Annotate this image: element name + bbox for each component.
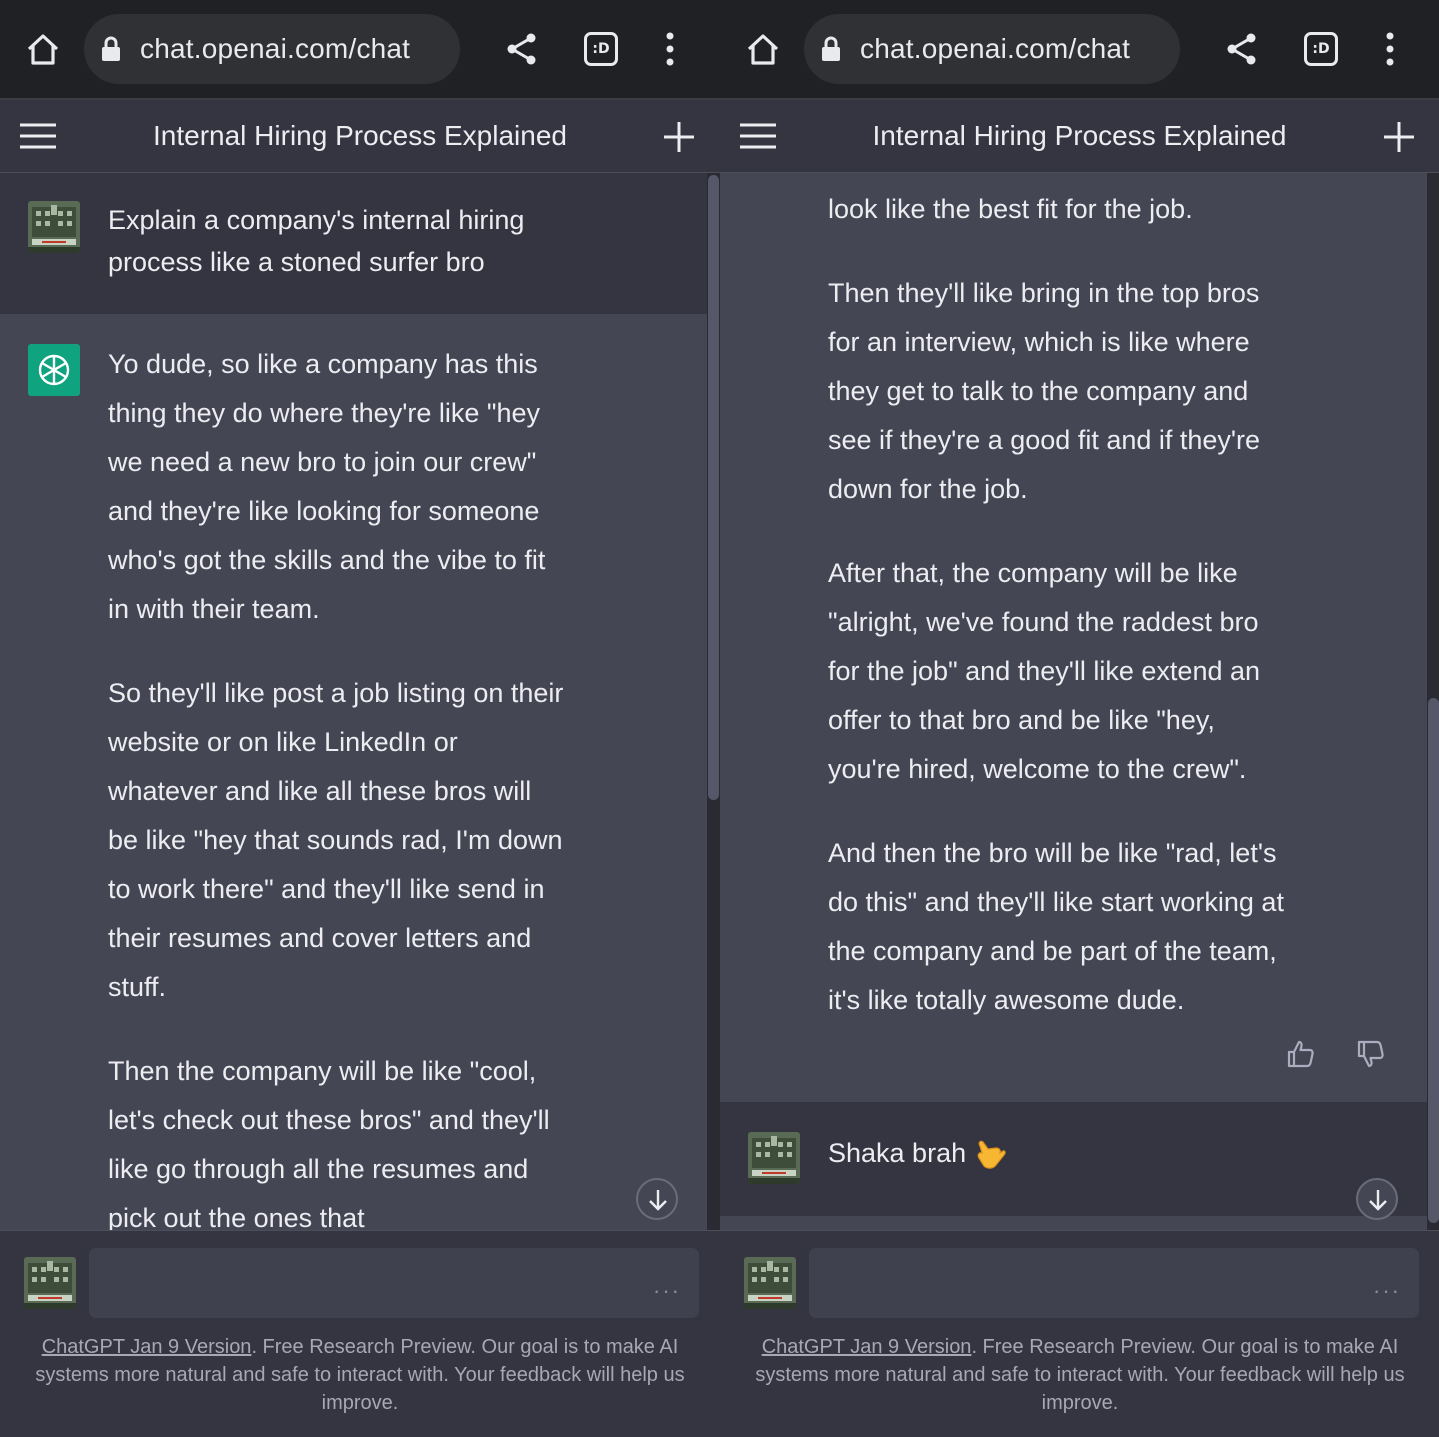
conversation-scroll-area[interactable]: look like the best fit for the job. Then… — [720, 173, 1427, 1230]
version-link[interactable]: ChatGPT Jan 9 Version — [42, 1336, 252, 1358]
assistant-paragraph: Yo dude, so like a company has this thin… — [108, 349, 546, 624]
lock-icon — [102, 36, 120, 61]
assistant-message-text: look like the best fit for the job. Then… — [828, 185, 1288, 1060]
home-icon[interactable] — [744, 30, 782, 68]
footer-disclaimer: ChatGPT Jan 9 Version. Free Research Pre… — [740, 1333, 1420, 1417]
assistant-message: Yo dude, so like a company has this thin… — [0, 314, 707, 1230]
user-message-text: Explain a company's internal hiring proc… — [108, 205, 525, 277]
call-me-hand-emoji-icon — [977, 1140, 1006, 1169]
user-message: Explain a company's internal hiring proc… — [0, 173, 707, 314]
thumbs-down-icon[interactable] — [1356, 1039, 1386, 1069]
address-bar[interactable]: chat.openai.com/chat — [84, 14, 460, 84]
scroll-to-bottom-button[interactable] — [636, 1178, 678, 1220]
openai-logo-icon — [38, 354, 70, 386]
more-options-icon[interactable] — [1378, 30, 1402, 68]
tab-switcher-button[interactable]: :D — [1304, 32, 1338, 66]
new-chat-plus-icon[interactable] — [1384, 122, 1414, 152]
assistant-message: look like the best fit for the job. Then… — [720, 173, 1427, 1102]
typing-dots-icon: ··· — [653, 1278, 681, 1303]
assistant-message-text: Yo dude, so like a company has this thin… — [108, 340, 568, 1230]
arrow-down-icon — [1369, 1190, 1387, 1211]
version-link[interactable]: ChatGPT Jan 9 Version — [762, 1336, 972, 1358]
share-icon[interactable] — [1225, 32, 1259, 66]
chat-header: Internal Hiring Process Explained — [720, 100, 1439, 173]
left-screen: chat.openai.com/chat :D Internal Hiring … — [0, 0, 720, 1437]
composer: ··· ChatGPT Jan 9 Version. Free Research… — [0, 1230, 720, 1437]
address-bar[interactable]: chat.openai.com/chat — [804, 14, 1180, 84]
user-message-text: Shaka brah — [828, 1132, 1288, 1174]
assistant-paragraph: And then the bro will be like "rad, let'… — [828, 838, 1284, 1015]
url-text: chat.openai.com/chat — [140, 33, 411, 64]
assistant-paragraph: After that, the company will be like "al… — [828, 558, 1261, 784]
user-message: Shaka brah — [720, 1102, 1427, 1216]
typing-dots-icon: ··· — [1373, 1278, 1401, 1303]
browser-toolbar: chat.openai.com/chat :D — [0, 0, 720, 100]
thumbs-up-icon[interactable] — [1286, 1039, 1316, 1069]
assistant-paragraph: Then the company will be like "cool, let… — [108, 1056, 550, 1230]
user-avatar — [24, 1257, 76, 1309]
scrollbar-thumb[interactable] — [1428, 698, 1439, 1223]
footer-disclaimer: ChatGPT Jan 9 Version. Free Research Pre… — [20, 1333, 700, 1417]
chatgpt-avatar — [28, 344, 80, 396]
message-input[interactable]: ··· — [89, 1248, 699, 1318]
browser-toolbar: chat.openai.com/chat :D — [720, 0, 1439, 100]
tab-switcher-button[interactable]: :D — [584, 32, 618, 66]
share-icon[interactable] — [505, 32, 539, 66]
user-avatar — [28, 201, 80, 253]
url-text: chat.openai.com/chat — [860, 33, 1131, 64]
chat-header: Internal Hiring Process Explained — [0, 100, 720, 173]
user-avatar — [748, 1132, 800, 1184]
assistant-paragraph: Then they'll like bring in the top bros … — [828, 278, 1261, 504]
composer: ··· ChatGPT Jan 9 Version. Free Research… — [720, 1230, 1439, 1437]
user-reply-text: Shaka brah — [828, 1138, 967, 1168]
home-icon[interactable] — [24, 30, 62, 68]
scrollbar-thumb[interactable] — [708, 175, 719, 800]
lock-icon — [822, 36, 840, 61]
more-options-icon[interactable] — [658, 30, 682, 68]
arrow-down-icon — [649, 1190, 667, 1211]
assistant-paragraph: look like the best fit for the job. — [828, 194, 1193, 224]
assistant-message-partial — [720, 1216, 1427, 1230]
user-avatar — [744, 1257, 796, 1309]
conversation-scroll-area[interactable]: Explain a company's internal hiring proc… — [0, 173, 707, 1230]
scroll-to-bottom-button[interactable] — [1356, 1178, 1398, 1220]
assistant-paragraph: So they'll like post a job listing on th… — [108, 678, 564, 1002]
chat-title: Internal Hiring Process Explained — [153, 120, 567, 151]
chat-title: Internal Hiring Process Explained — [872, 120, 1287, 151]
new-chat-plus-icon[interactable] — [664, 122, 694, 152]
right-screen: chat.openai.com/chat :D Internal Hiring … — [720, 0, 1439, 1437]
message-input[interactable]: ··· — [809, 1248, 1419, 1318]
